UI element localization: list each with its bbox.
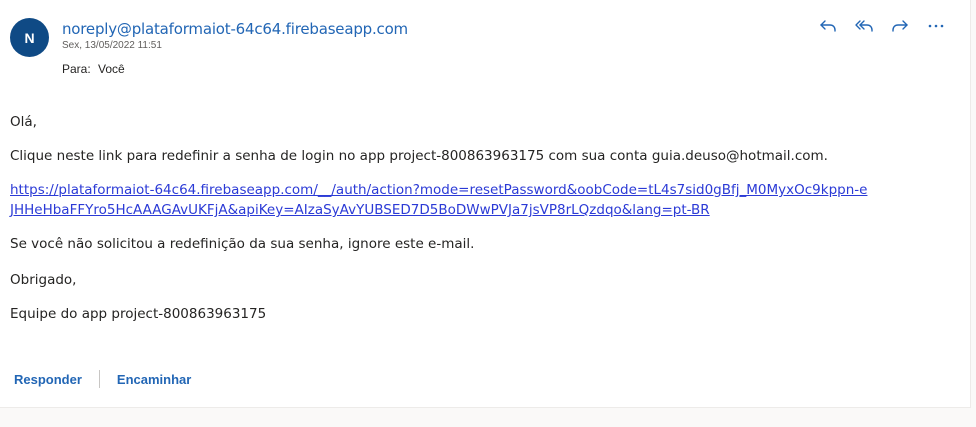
to-value[interactable]: Você: [98, 62, 125, 76]
footer-reply-button[interactable]: Responder: [14, 372, 82, 387]
avatar-initial: N: [24, 29, 35, 46]
sender-address[interactable]: noreply@plataformaiot-64c64.firebaseapp.…: [62, 20, 408, 38]
greeting-text: Olá,: [10, 114, 37, 130]
more-icon: [928, 24, 944, 28]
reply-icon: [820, 20, 836, 32]
ignore-text: Se você não solicitou a redefinição da s…: [10, 236, 475, 252]
instruction-text: Clique neste link para redefinir a senha…: [10, 148, 828, 164]
reset-password-link[interactable]: https://plataformaiot-64c64.firebaseapp.…: [10, 182, 867, 218]
reply-button[interactable]: [818, 16, 838, 36]
team-signature: Equipe do app project-800863963175: [10, 306, 267, 322]
avatar[interactable]: N: [10, 18, 49, 57]
email-date: Sex, 13/05/2022 11:51: [62, 40, 162, 51]
more-options-button[interactable]: [926, 16, 946, 36]
email-reading-pane: N noreply@plataformaiot-64c64.firebaseap…: [0, 0, 971, 408]
message-actions: [818, 16, 946, 36]
reply-all-icon: [855, 20, 873, 32]
message-footer: Responder Encaminhar: [14, 370, 191, 388]
recipient-line: Para: Você: [62, 62, 129, 76]
reset-link-paragraph: https://plataformaiot-64c64.firebaseapp.…: [10, 180, 870, 220]
reply-all-button[interactable]: [854, 16, 874, 36]
forward-button[interactable]: [890, 16, 910, 36]
footer-forward-button[interactable]: Encaminhar: [117, 372, 191, 387]
thanks-text: Obrigado,: [10, 272, 77, 288]
to-label: Para:: [62, 62, 91, 76]
footer-divider: [98, 370, 100, 388]
forward-icon: [892, 20, 908, 32]
